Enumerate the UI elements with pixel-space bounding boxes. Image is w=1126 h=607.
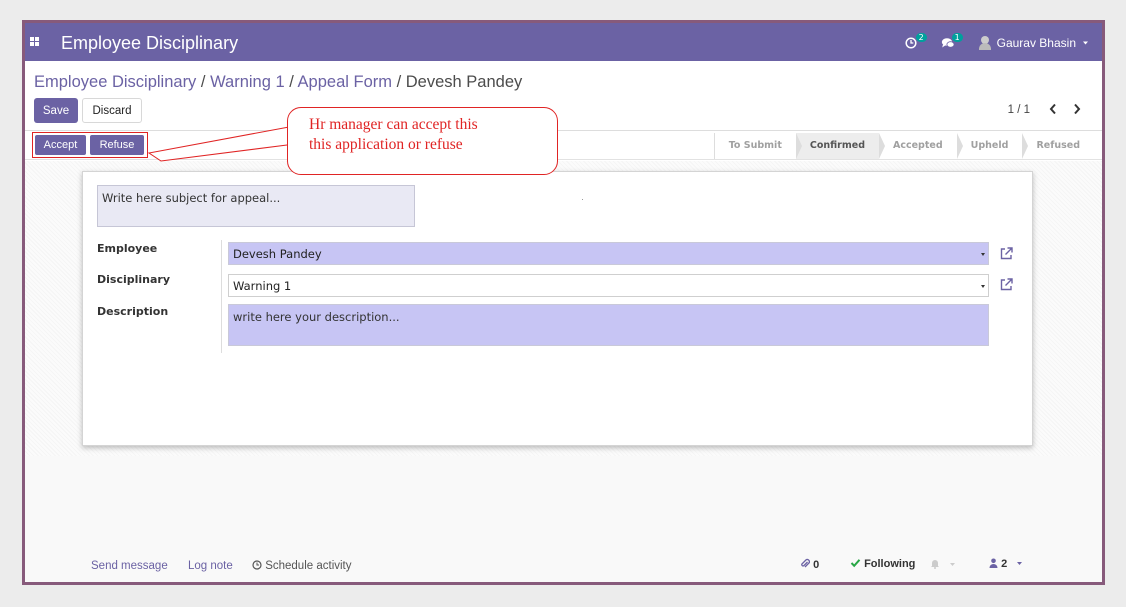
bell-icon bbox=[931, 560, 939, 569]
callout-line-1: Hr manager can accept this bbox=[309, 116, 478, 133]
schedule-activity-label: Schedule activity bbox=[265, 560, 352, 572]
chevron-left-icon[interactable] bbox=[1048, 103, 1058, 115]
disciplinary-field[interactable]: Warning 1 bbox=[228, 274, 989, 297]
attachments-button[interactable]: 0 bbox=[800, 558, 819, 571]
check-icon bbox=[850, 559, 861, 568]
stage-upheld[interactable]: Upheld bbox=[956, 133, 1029, 159]
form-sheet: Write here subject for appeal... Employe… bbox=[82, 171, 1033, 446]
navbar-right: 2 1 Gaurav Bhasin bbox=[905, 33, 1090, 53]
pager-value[interactable]: 1 / 1 bbox=[1008, 104, 1030, 116]
breadcrumb-item[interactable]: Warning 1 bbox=[210, 73, 285, 91]
messaging-menu[interactable]: 1 bbox=[941, 33, 963, 49]
callout-line-2: this application or refuse bbox=[309, 136, 463, 153]
disciplinary-value: Warning 1 bbox=[233, 279, 292, 293]
breadcrumb-item[interactable]: Employee Disciplinary bbox=[34, 73, 196, 91]
employee-field[interactable]: Devesh Pandey bbox=[228, 242, 989, 265]
activity-count-badge: 2 bbox=[915, 33, 927, 42]
stray-dot bbox=[582, 199, 583, 200]
paperclip-icon bbox=[801, 558, 811, 568]
accept-button[interactable]: Accept bbox=[35, 135, 86, 155]
schedule-activity-link[interactable]: Schedule activity bbox=[252, 560, 352, 572]
disciplinary-label: Disciplinary bbox=[97, 273, 171, 286]
breadcrumb-separator: / bbox=[200, 73, 211, 91]
stage-accepted[interactable]: Accepted bbox=[879, 133, 963, 159]
stage-refused[interactable]: Refused bbox=[1022, 133, 1094, 159]
stage-pipeline: To Submit Confirmed Accepted Upheld Refu… bbox=[713, 133, 1094, 159]
clock-icon bbox=[252, 560, 262, 570]
avatar bbox=[978, 36, 991, 50]
refuse-button[interactable]: Refuse bbox=[90, 135, 144, 155]
save-button[interactable]: Save bbox=[34, 98, 78, 123]
description-label: Description bbox=[97, 305, 169, 318]
activity-menu[interactable]: 2 bbox=[905, 33, 927, 49]
chevron-right-icon[interactable] bbox=[1072, 103, 1082, 115]
notification-menu[interactable] bbox=[930, 558, 956, 571]
external-link-icon[interactable] bbox=[999, 277, 1014, 292]
annotation-callout: Hr manager can accept this this applicat… bbox=[287, 107, 558, 175]
caret-down-icon bbox=[1017, 562, 1023, 565]
log-note-link[interactable]: Log note bbox=[188, 560, 233, 572]
send-message-link[interactable]: Send message bbox=[91, 560, 168, 572]
breadcrumb-separator: / bbox=[289, 73, 298, 91]
description-input[interactable]: write here your description... bbox=[228, 304, 989, 346]
caret-down-icon[interactable] bbox=[981, 285, 985, 288]
user-menu[interactable]: Gaurav Bhasin bbox=[978, 36, 1090, 50]
breadcrumb-current: Devesh Pandey bbox=[405, 73, 523, 91]
caret-down-icon bbox=[1083, 41, 1088, 45]
breadcrumb-separator: / bbox=[396, 73, 406, 91]
breadcrumb-item[interactable]: Appeal Form bbox=[298, 73, 392, 91]
clock-icon bbox=[905, 37, 917, 49]
following-label: Following bbox=[864, 558, 916, 570]
discard-button[interactable]: Discard bbox=[82, 98, 142, 123]
apps-menu-icon[interactable] bbox=[30, 37, 40, 47]
app-window: Employee Disciplinary 2 1 Gaurav Bhasin … bbox=[22, 20, 1105, 585]
user-icon bbox=[989, 558, 998, 568]
external-link-icon[interactable] bbox=[999, 246, 1014, 261]
employee-label: Employee bbox=[97, 242, 158, 255]
followers-count: 2 bbox=[1001, 558, 1008, 570]
field-divider bbox=[221, 240, 222, 353]
subject-input[interactable]: Write here subject for appeal... bbox=[97, 185, 415, 227]
app-title: Employee Disciplinary bbox=[61, 33, 239, 53]
stage-confirmed[interactable]: Confirmed bbox=[795, 133, 886, 159]
caret-down-icon bbox=[950, 563, 956, 566]
employee-value: Devesh Pandey bbox=[233, 247, 322, 261]
message-count-badge: 1 bbox=[951, 33, 963, 42]
followers-button[interactable]: 2 bbox=[989, 558, 1023, 570]
stage-to-submit[interactable]: To Submit bbox=[714, 133, 803, 159]
top-navbar: Employee Disciplinary 2 1 Gaurav Bhasin bbox=[25, 23, 1102, 61]
attachments-count: 0 bbox=[813, 559, 820, 571]
following-button[interactable]: Following bbox=[850, 558, 915, 570]
breadcrumb: Employee Disciplinary / Warning 1 / Appe… bbox=[34, 73, 522, 92]
user-name: Gaurav Bhasin bbox=[996, 36, 1076, 50]
caret-down-icon[interactable] bbox=[981, 253, 985, 256]
